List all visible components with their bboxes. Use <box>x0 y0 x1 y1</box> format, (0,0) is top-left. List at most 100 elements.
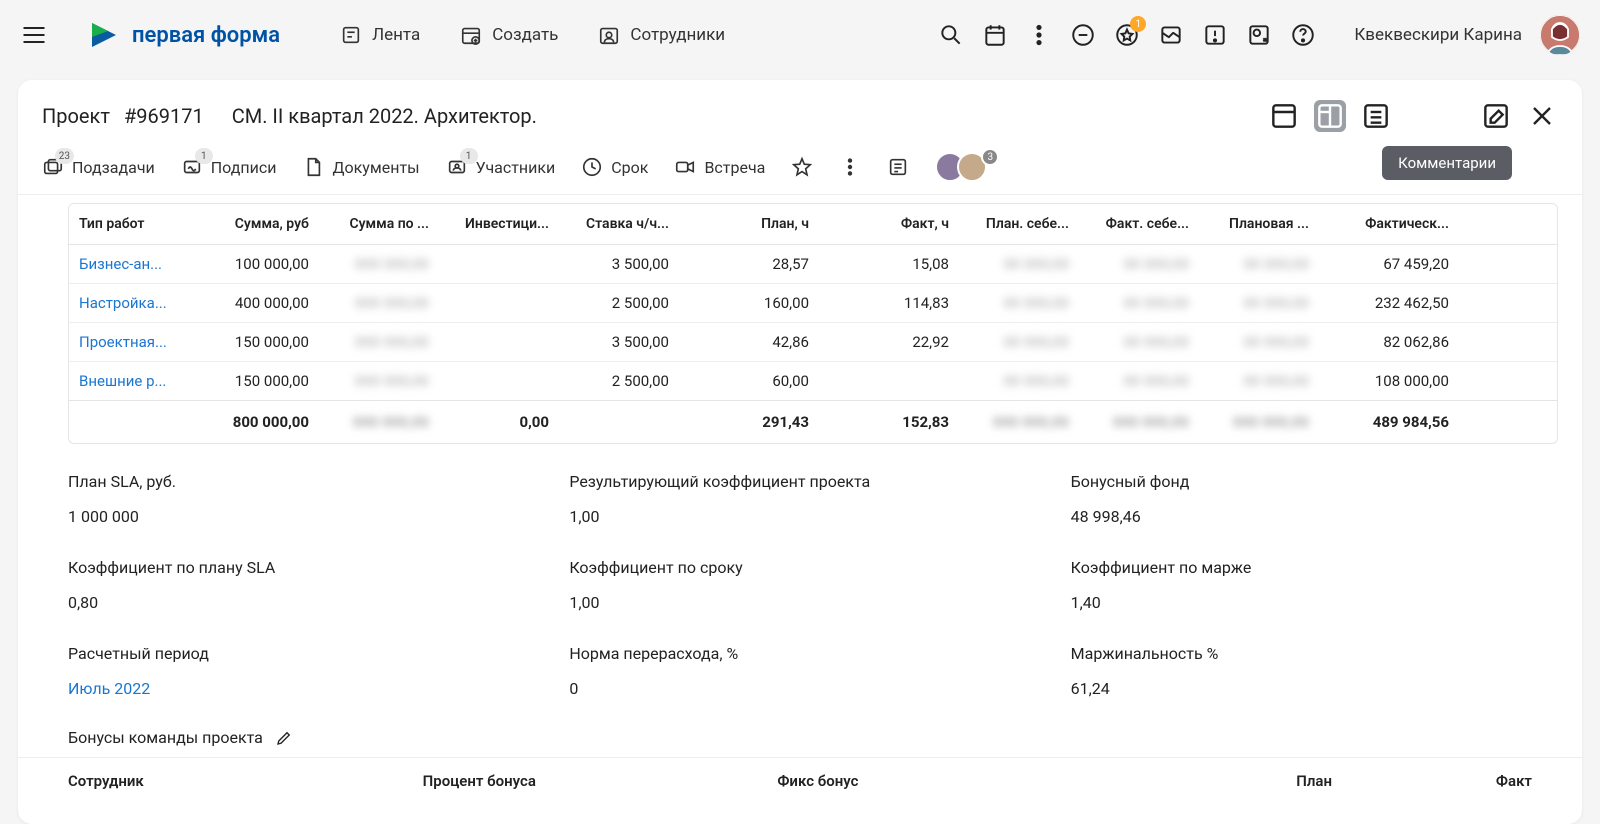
subtasks-icon: 23 <box>42 156 64 178</box>
td-blurred: 00 000,00 <box>1079 323 1199 361</box>
nav-feed[interactable]: Лента <box>340 24 420 46</box>
project-title: СМ. II квартал 2022. Архитектор. <box>232 104 537 128</box>
tab-notes[interactable] <box>887 156 909 178</box>
td-plan-h: 160,00 <box>679 284 819 322</box>
search-button[interactable] <box>938 22 964 48</box>
total-plan-h: 291,43 <box>679 401 819 443</box>
td-invest <box>439 323 559 361</box>
td-type[interactable]: Настройка... <box>69 284 189 322</box>
td-blurred: 000 000,00 <box>319 245 439 283</box>
td-sum: 100 000,00 <box>189 245 319 283</box>
tab-documents[interactable]: Документы <box>302 156 419 178</box>
td-plan-h: 60,00 <box>679 362 819 400</box>
td-type[interactable]: Внешние р... <box>69 362 189 400</box>
nav-create[interactable]: Создать <box>460 24 558 46</box>
feed-icon <box>340 24 362 46</box>
td-fact-x: 82 062,86 <box>1319 323 1459 361</box>
td-blurred: 00 000,00 <box>1079 362 1199 400</box>
edit-bonuses-button[interactable] <box>275 729 293 747</box>
tab-more[interactable] <box>839 156 861 178</box>
th-rate[interactable]: Ставка ч/ч... <box>559 204 679 244</box>
participant-avatars[interactable]: 3 <box>935 152 999 182</box>
favorites-button[interactable]: 1 <box>1114 22 1140 48</box>
close-button[interactable] <box>1526 100 1558 132</box>
hamburger-icon <box>20 21 48 49</box>
tab-signatures[interactable]: 1 Подписи <box>181 156 277 178</box>
table-row[interactable]: Настройка...400 000,00000 000,002 500,00… <box>69 284 1557 323</box>
th-fact-h[interactable]: Факт, ч <box>819 204 959 244</box>
nav-employees[interactable]: Сотрудники <box>598 24 725 46</box>
bonus-th-employee[interactable]: Сотрудник <box>68 772 423 790</box>
info-margin: Маржинальность % 61,24 <box>1071 644 1532 698</box>
th-fact-cost[interactable]: Факт. себе... <box>1079 204 1199 244</box>
td-fact-h: 114,83 <box>819 284 959 322</box>
table-row[interactable]: Внешние р...150 000,00000 000,002 500,00… <box>69 362 1557 400</box>
settings-button[interactable] <box>1246 22 1272 48</box>
tab-subtasks[interactable]: 23 Подзадачи <box>42 156 155 178</box>
close-icon <box>1526 100 1558 132</box>
bonus-th-fixed[interactable]: Фикс бонус <box>777 772 1132 790</box>
info-period-link[interactable]: Июль 2022 <box>68 679 529 698</box>
td-type[interactable]: Проектная... <box>69 323 189 361</box>
edit-icon <box>1480 100 1512 132</box>
calendar-button[interactable] <box>982 22 1008 48</box>
user-avatar[interactable] <box>1540 15 1580 55</box>
work-types-table: Тип работ Сумма, руб Сумма по ... Инвест… <box>68 203 1558 444</box>
th-fact-x[interactable]: Фактическ... <box>1319 204 1459 244</box>
hamburger-menu[interactable] <box>20 21 48 49</box>
bonus-th-percent[interactable]: Процент бонуса <box>423 772 778 790</box>
table-totals-row: 800 000,00 000 000,00 0,00 291,43 152,83… <box>69 400 1557 443</box>
inbox-button[interactable] <box>1158 22 1184 48</box>
th-sum[interactable]: Сумма, руб <box>189 204 319 244</box>
td-invest <box>439 284 559 322</box>
td-plan-h: 42,86 <box>679 323 819 361</box>
help-button[interactable] <box>1290 22 1316 48</box>
layout-split-button[interactable] <box>1314 100 1346 132</box>
notes-icon <box>887 156 909 178</box>
user-name[interactable]: Квеквескири Карина <box>1354 25 1522 45</box>
td-plan-h: 28,57 <box>679 245 819 283</box>
more-button[interactable] <box>1026 22 1052 48</box>
th-invest[interactable]: Инвестици... <box>439 204 559 244</box>
th-plan-cost[interactable]: План. себе... <box>959 204 1079 244</box>
info-label: Коэффициент по марже <box>1071 558 1532 577</box>
participants-badge: 1 <box>460 148 478 164</box>
tab-favorite[interactable] <box>791 156 813 178</box>
th-sum-by[interactable]: Сумма по ... <box>319 204 439 244</box>
info-value: 1,00 <box>569 507 1030 526</box>
avatar-image-icon <box>1540 15 1580 55</box>
info-plan-sla: План SLA, руб. 1 000 000 <box>68 472 529 526</box>
tab-row: 23 Подзадачи 1 Подписи Документы 1 Участ… <box>18 140 1582 195</box>
info-overrun: Норма перерасхода, % 0 <box>569 644 1030 698</box>
inbox-icon <box>1158 22 1184 48</box>
table-row[interactable]: Проектная...150 000,00000 000,003 500,00… <box>69 323 1557 362</box>
td-rate: 3 500,00 <box>559 245 679 283</box>
more-vertical-icon <box>839 156 861 178</box>
tab-meeting[interactable]: Встреча <box>674 156 765 178</box>
th-plan-x[interactable]: Плановая ... <box>1199 204 1319 244</box>
td-sum: 150 000,00 <box>189 362 319 400</box>
td-type[interactable]: Бизнес-ан... <box>69 245 189 283</box>
project-id: #969171 <box>124 104 204 128</box>
table-row[interactable]: Бизнес-ан...100 000,00000 000,00 3 500,00… <box>69 245 1557 284</box>
th-type[interactable]: Тип работ <box>69 204 189 244</box>
pencil-icon <box>275 729 293 747</box>
bonus-th-plan[interactable]: План <box>1132 772 1332 790</box>
top-header: первая форма Лента Создать Сотрудники 1 … <box>0 0 1600 70</box>
logo[interactable]: первая форма <box>88 19 280 51</box>
td-sum: 150 000,00 <box>189 323 319 361</box>
tab-participants[interactable]: 1 Участники <box>446 156 556 178</box>
info-label: Бонусный фонд <box>1071 472 1532 491</box>
tab-deadline[interactable]: Срок <box>581 156 648 178</box>
bonus-th-fact[interactable]: Факт <box>1332 772 1532 790</box>
card-header: Проект #969171 СМ. II квартал 2022. Архи… <box>18 80 1582 140</box>
layout-list-button[interactable] <box>1360 100 1392 132</box>
info-label: Маржинальность % <box>1071 644 1532 663</box>
alert-button[interactable] <box>1202 22 1228 48</box>
tab-deadline-label: Срок <box>611 158 648 177</box>
td-fact-x: 232 462,50 <box>1319 284 1459 322</box>
th-plan-h[interactable]: План, ч <box>679 204 819 244</box>
layout-single-button[interactable] <box>1268 100 1300 132</box>
chat-button[interactable] <box>1070 22 1096 48</box>
edit-button[interactable] <box>1480 100 1512 132</box>
